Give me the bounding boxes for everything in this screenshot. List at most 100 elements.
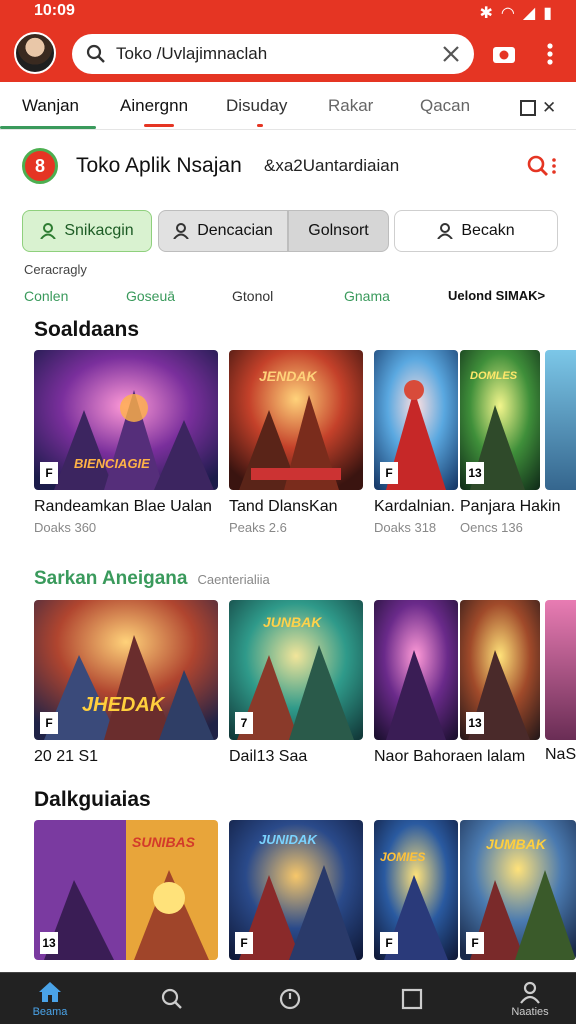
game-title: Naor Bahoraen lalam xyxy=(374,748,526,765)
chip-1-label: Dencacian xyxy=(197,222,273,239)
clear-icon[interactable] xyxy=(442,45,460,63)
game-thumbnail: JUMBAK F xyxy=(460,820,576,960)
age-rating-badge: F xyxy=(466,932,484,954)
tab-active-indicator xyxy=(0,126,96,129)
age-rating-badge: F xyxy=(235,932,253,954)
search-input[interactable] xyxy=(116,44,442,64)
search-bar[interactable] xyxy=(72,34,474,74)
game-thumbnail-partial[interactable] xyxy=(545,350,576,490)
game-banner: DOMLES xyxy=(470,370,518,382)
close-icon[interactable]: ✕ xyxy=(542,98,556,118)
game-meta: Oencs 136 xyxy=(460,520,523,535)
game-banner: JOMIES xyxy=(380,850,426,864)
chip-0[interactable]: Snikacgin xyxy=(22,210,152,252)
bluetooth-icon: ✱ xyxy=(479,5,493,22)
nav-profile[interactable]: Naaties xyxy=(494,973,566,1025)
section-title-1: Sarkan Aneigana xyxy=(34,568,188,589)
age-rating-badge: F xyxy=(380,462,398,484)
store-title: Toko Aplik Nsajan xyxy=(76,154,242,177)
search-icon xyxy=(86,44,105,63)
status-time: 10:09 xyxy=(34,2,75,19)
game-banner: BIENCIAGIE xyxy=(74,456,150,471)
avatar[interactable] xyxy=(14,32,56,74)
store-subtitle: &xa2Uantardiaian xyxy=(264,156,400,175)
game-banner: JUMBAK xyxy=(486,836,546,852)
age-rating-badge: F xyxy=(40,462,58,484)
search-icon xyxy=(161,988,182,1009)
search-icon xyxy=(527,155,548,176)
filter-note: Ceracragly xyxy=(24,262,87,277)
home-icon xyxy=(39,982,61,1002)
camera-icon[interactable] xyxy=(490,40,518,68)
more-options-icon[interactable] xyxy=(536,40,564,68)
game-thumbnail: SUNIBAS 13 xyxy=(34,820,218,960)
section-title-2: Dalkguiaias xyxy=(34,788,151,811)
game-thumbnail: JOMIES F xyxy=(374,820,458,960)
chip-2-label: Golnsort xyxy=(308,222,369,239)
game-thumbnail-partial[interactable] xyxy=(545,600,576,740)
game-title: Randeamkan Blae Ualan xyxy=(34,498,212,515)
chip-3-label: Becakn xyxy=(461,222,515,239)
bottom-navigation: Beama Naaties xyxy=(0,972,576,1024)
window-icon[interactable] xyxy=(520,100,536,116)
age-rating-badge: 13 xyxy=(466,712,484,734)
store-header: 8 Toko Aplik Nsajan &xa2Uantardiaian xyxy=(0,140,576,192)
age-rating-badge: F xyxy=(40,712,58,734)
game-banner: JUNIDAK xyxy=(259,832,317,847)
game-meta: Doaks 318 xyxy=(374,520,437,535)
game-thumbnail: BIENCIAGIE F xyxy=(34,350,218,490)
game-title: Dail13 Saa xyxy=(229,748,308,765)
person-icon xyxy=(437,223,454,239)
tab-0[interactable]: Wanjan xyxy=(22,96,79,116)
game-thumbnail: DOMLES 13 xyxy=(460,350,540,490)
age-rating-badge: F xyxy=(380,932,398,954)
filter-1[interactable]: Goseuā xyxy=(126,288,175,304)
tab-2[interactable]: Disuday xyxy=(226,96,287,116)
tab-1[interactable]: Ainergnn xyxy=(120,96,188,116)
nav-search[interactable] xyxy=(136,973,208,1025)
status-icons: ✱ ◠ ◢ ▮ xyxy=(480,3,553,23)
nav-history[interactable] xyxy=(254,973,326,1025)
chip-3[interactable]: Becakn xyxy=(394,210,558,252)
filter-0[interactable]: Conlen xyxy=(24,288,68,304)
nav-profile-label: Naaties xyxy=(511,1006,549,1018)
game-banner: JENDAK xyxy=(259,368,317,384)
square-icon xyxy=(401,988,423,1010)
age-rating-badge: 13 xyxy=(40,932,58,954)
clock-icon xyxy=(279,988,301,1010)
section-title-0: Soaldaans xyxy=(34,318,140,341)
chip-1[interactable]: Dencacian xyxy=(158,210,288,252)
age-rating-badge: 7 xyxy=(235,712,253,734)
game-banner: JHEDAK xyxy=(82,694,165,716)
tab-2-indicator xyxy=(257,124,263,127)
game-thumbnail: F xyxy=(374,350,458,490)
header-search-button[interactable] xyxy=(526,154,556,178)
game-title: Kardalnian. xyxy=(374,498,455,515)
game-thumbnail: JUNIDAK F xyxy=(229,820,363,960)
chip-0-label: Snikacgin xyxy=(64,222,134,239)
game-title: 20 21 S1 xyxy=(34,748,99,765)
game-thumbnail: 13 xyxy=(460,600,540,740)
tab-controls: ✕ xyxy=(520,98,556,118)
tab-4[interactable]: Qacan xyxy=(420,96,470,116)
game-title: Tand DlansKan xyxy=(229,498,338,515)
filter-2[interactable]: Gtonol xyxy=(232,288,273,304)
nav-home[interactable]: Beama xyxy=(14,973,86,1025)
chip-2[interactable]: Golnsort xyxy=(288,210,389,252)
filter-3[interactable]: Gnama xyxy=(344,288,390,304)
filter-see-all[interactable]: Uelond SIMAK> xyxy=(448,288,545,303)
status-bar: 10:09 ✱ ◠ ◢ ▮ xyxy=(0,0,576,26)
nav-home-label: Beama xyxy=(32,1006,68,1018)
game-title-partial: NaS xyxy=(545,746,576,763)
category-tabs: Wanjan Ainergnn Disuday Rakar Qacan ✕ xyxy=(0,82,576,130)
game-thumbnail: JUNBAK 7 xyxy=(229,600,363,740)
profile-icon xyxy=(520,981,540,1004)
game-thumbnail: JENDAK xyxy=(229,350,363,490)
game-thumbnail: JHEDAK F xyxy=(34,600,218,740)
game-banner: SUNIBAS xyxy=(132,834,196,850)
tab-3[interactable]: Rakar xyxy=(328,96,373,116)
nav-library[interactable] xyxy=(376,973,448,1025)
more-icon xyxy=(552,158,556,174)
game-title: Panjara Hakin xyxy=(460,498,561,515)
person-icon xyxy=(40,223,57,239)
